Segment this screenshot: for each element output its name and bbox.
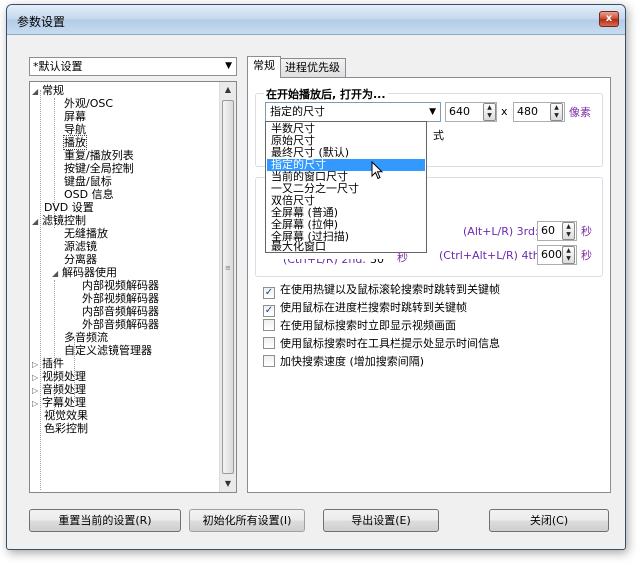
tab-general[interactable]: 常规 — [247, 56, 281, 78]
window-size-select-value: 指定的尺寸 — [270, 105, 325, 118]
checkbox-icon[interactable] — [263, 355, 275, 367]
tree-item-seamless[interactable]: 无缝播放 — [64, 227, 108, 240]
height-spinner-icon[interactable]: ▲ ▼ — [550, 103, 563, 121]
checkbox-keyframe-hotkey[interactable]: ✓ 在使用热键以及鼠标滚轮搜索时跳转到关键帧 — [263, 283, 500, 299]
tree-item-hotkeys[interactable]: 按键/全局控制 — [64, 162, 134, 175]
tree-item-dvd[interactable]: DVD 设置 — [44, 201, 94, 214]
tree-scrollbar[interactable]: ▲ ≡ ▼ — [219, 82, 236, 492]
scroll-up-icon[interactable]: ▲ — [220, 82, 236, 98]
tree-item-filters[interactable]: ◢ 滤镜控制 — [32, 214, 86, 227]
close-button[interactable]: 关闭(C) — [489, 509, 609, 532]
window-size-dropdown-list: 半数尺寸 原始尺寸 最终尺寸 (默认) 指定的尺寸 当前的窗口尺寸 一又二分之一… — [265, 121, 427, 253]
chevron-down-icon: ▼ — [429, 107, 436, 117]
tree-item-keyboard-mouse[interactable]: 键盘/鼠标 — [64, 175, 112, 188]
checkbox-icon[interactable] — [263, 337, 275, 349]
tree-item-navigation[interactable]: 导航 — [64, 123, 86, 136]
tree-item-visual-effects[interactable]: 视觉效果 — [44, 409, 88, 422]
tree-item-source-filter[interactable]: 源滤镜 — [64, 240, 97, 253]
tree-item-repeat-playlist[interactable]: 重复/播放列表 — [64, 149, 134, 162]
chevron-down-icon: ▼ — [225, 61, 232, 71]
tree-item-general[interactable]: ◢ 常规 — [32, 84, 64, 97]
collapsed-icon[interactable]: ▷ — [32, 397, 42, 410]
tree-item-internal-audio-decoder[interactable]: 内部音频解码器 — [82, 305, 159, 318]
tree-item-external-video-decoder[interactable]: 外部视频解码器 — [82, 292, 159, 305]
checkbox-show-frame[interactable]: 在使用鼠标搜索时立即显示视频画面 — [263, 319, 456, 333]
tab-process-priority[interactable]: 进程优先级 — [279, 58, 346, 77]
tree-item-screen[interactable]: 屏幕 — [64, 110, 86, 123]
tree-item-audio-processing[interactable]: ▷ 音频处理 — [32, 383, 86, 396]
checkbox-icon[interactable]: ✓ — [263, 287, 275, 299]
expanded-icon[interactable]: ◢ — [52, 267, 62, 280]
mouse-cursor-icon — [371, 161, 384, 180]
tree-item-osd[interactable]: OSD 信息 — [64, 188, 114, 201]
tree-item-decoder-usage[interactable]: ◢ 解码器使用 — [52, 266, 117, 279]
checkbox-fast-seek[interactable]: 加快搜索速度 (增加搜索间隔) — [263, 355, 424, 369]
tree-item-subtitle-processing[interactable]: ▷ 字幕处理 — [32, 396, 86, 409]
profile-select-value: *默认设置 — [33, 60, 83, 73]
title-bar: 参数设置 x — [7, 5, 625, 35]
open-as-group-title: 在开始播放后, 打开为... — [264, 86, 388, 102]
partial-option-label: 式 — [433, 129, 444, 142]
init-all-settings-button[interactable]: 初始化所有设置(I) — [189, 509, 305, 532]
tree-item-multi-audio[interactable]: 多音频流 — [64, 331, 108, 344]
tree-item-appearance[interactable]: 外观/OSC — [64, 97, 113, 110]
checkbox-icon[interactable] — [263, 319, 275, 331]
tree-item-playback[interactable]: 播放 — [63, 135, 87, 150]
seek-third-spinner-icon[interactable]: ▲ ▼ — [562, 222, 575, 240]
settings-tree: ◢ 常规 外观/OSC 屏幕 导航 播放 重复/播放列表 按键/全局控制 键盘/鼠… — [29, 81, 237, 493]
seek-fourth-label: (Ctrl+Alt+L/R) 4th: — [439, 249, 544, 262]
size-separator: x — [501, 105, 508, 118]
window-title: 参数设置 — [17, 15, 66, 29]
checkbox-time-tooltip[interactable]: 使用鼠标搜索时在工具栏提示处显示时间信息 — [263, 337, 500, 351]
checkbox-keyframe-progress[interactable]: ✓ 使用鼠标在进度栏搜索时跳转到关键帧 — [263, 301, 467, 317]
tree-item-color-control[interactable]: 色彩控制 — [44, 422, 88, 435]
tree-item-plugins[interactable]: ▷ 插件 — [32, 357, 64, 370]
close-window-button[interactable]: x — [599, 11, 619, 27]
export-settings-button[interactable]: 导出设置(E) — [323, 509, 439, 532]
expanded-icon[interactable]: ◢ — [32, 85, 42, 98]
scrollbar-thumb[interactable] — [222, 100, 234, 474]
tree-item-splitter[interactable]: 分离器 — [64, 253, 97, 266]
grip-icon: ≡ — [225, 264, 231, 272]
seek-fourth-spinner-icon[interactable]: ▲ ▼ — [562, 246, 575, 264]
window-size-select[interactable]: 指定的尺寸 ▼ — [265, 102, 441, 122]
tree-item-video-processing[interactable]: ▷ 视频处理 — [32, 370, 86, 383]
settings-window: 参数设置 x *默认设置 ▼ ◢ 常规 外观/OSC 屏幕 导航 播放 重复/播放… — [6, 4, 626, 550]
pixel-unit-label: 像素 — [569, 106, 591, 119]
seek-third-unit: 秒 — [581, 225, 592, 238]
tree-item-custom-filter-manager[interactable]: 自定义滤镜管理器 — [64, 344, 152, 357]
option-maximize-window[interactable]: 最大化窗口 — [267, 241, 425, 253]
expanded-icon[interactable]: ◢ — [32, 215, 42, 228]
width-spinner-icon[interactable]: ▲ ▼ — [483, 103, 496, 121]
tree-guide-line — [40, 90, 41, 490]
tree-item-external-audio-decoder[interactable]: 外部音频解码器 — [82, 318, 159, 331]
scroll-down-icon[interactable]: ▼ — [220, 476, 236, 492]
profile-select[interactable]: *默认设置 ▼ — [29, 57, 237, 76]
checkbox-icon[interactable]: ✓ — [263, 305, 275, 317]
reset-current-settings-button[interactable]: 重置当前的设置(R) — [29, 509, 181, 532]
seek-third-label: (Alt+L/R) 3rd: — [463, 225, 539, 238]
dialog-client: *默认设置 ▼ ◢ 常规 外观/OSC 屏幕 导航 播放 重复/播放列表 按键/全… — [15, 37, 617, 541]
seek-fourth-unit: 秒 — [581, 249, 592, 262]
tree-item-internal-video-decoder[interactable]: 内部视频解码器 — [82, 279, 159, 292]
